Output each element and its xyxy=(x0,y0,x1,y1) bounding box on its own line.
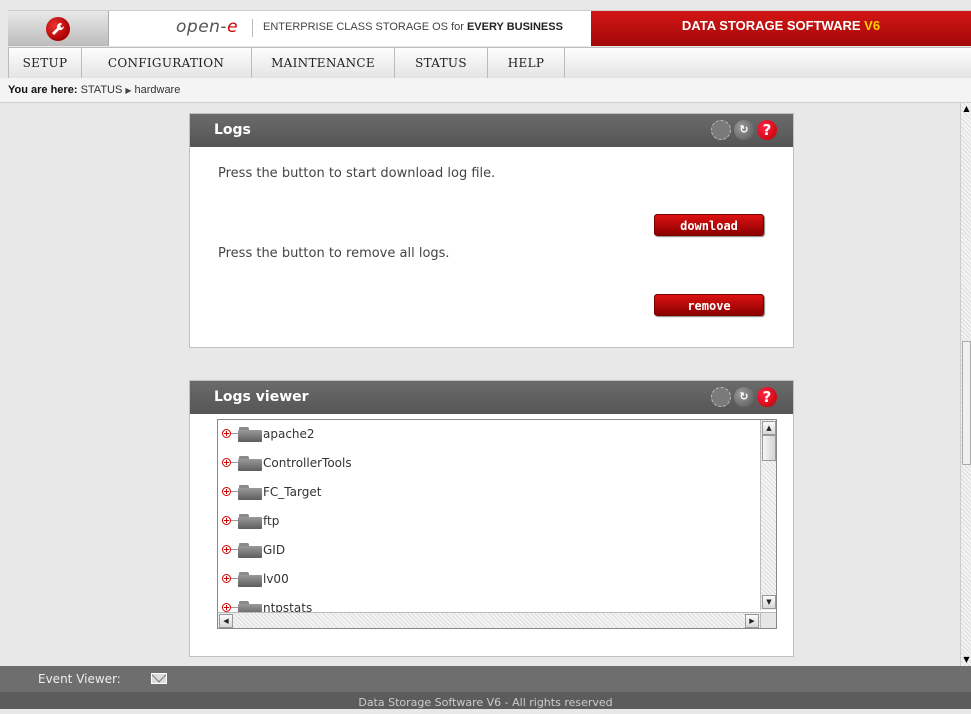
help-icon[interactable]: ? xyxy=(757,120,777,140)
logo-cell[interactable] xyxy=(8,11,109,46)
expand-icon[interactable] xyxy=(222,574,231,583)
menu-item-maintenance[interactable]: MAINTENANCE xyxy=(252,48,395,78)
wrench-icon xyxy=(46,17,70,41)
header: open-e ENTERPRISE CLASS STORAGE OS for E… xyxy=(0,0,971,48)
refresh-icon[interactable]: ↻ xyxy=(734,120,754,140)
tree-horizontal-scrollbar[interactable]: ◀ ▶ xyxy=(218,612,776,628)
event-viewer-label: Event Viewer: xyxy=(38,672,121,686)
scroll-up-icon[interactable]: ▲ xyxy=(961,103,971,115)
tree-vertical-scrollbar[interactable]: ▲ ▼ xyxy=(760,420,776,610)
logs-panel-header: Logs ↻? xyxy=(190,114,793,147)
product-banner: DATA STORAGE SOFTWARE V6 xyxy=(591,11,971,46)
logs-panel-title: Logs xyxy=(214,122,251,138)
menu-item-setup[interactable]: SETUP xyxy=(8,48,82,78)
brand-divider xyxy=(252,19,253,37)
expand-icon[interactable] xyxy=(222,516,231,525)
event-viewer-bar: Event Viewer: xyxy=(0,666,971,692)
breadcrumb-arrow-icon: ▶ xyxy=(125,86,132,95)
expand-icon[interactable] xyxy=(222,429,231,438)
tree-item-label: FC_Target xyxy=(263,485,322,499)
folder-icon xyxy=(238,427,262,442)
page-scroll-thumb[interactable] xyxy=(962,341,971,465)
menu-item-status[interactable]: STATUS xyxy=(395,48,488,78)
tree-vscroll-thumb[interactable] xyxy=(762,435,776,461)
folder-icon xyxy=(238,456,262,471)
logs-tree[interactable]: apache2 ControllerTools FC_Target ftp GI… xyxy=(217,419,777,629)
scroll-down-icon[interactable]: ▼ xyxy=(762,595,776,609)
download-description: Press the button to start download log f… xyxy=(218,166,496,181)
tree-item-label: apache2 xyxy=(263,427,315,441)
tree-item-label: GID xyxy=(263,543,286,557)
brand-logo: open-e xyxy=(176,17,239,37)
download-button[interactable]: download xyxy=(654,214,764,236)
logs-viewer-panel: Logs viewer ↻? apache2 ControllerTools F… xyxy=(189,380,794,657)
scroll-up-icon[interactable]: ▲ xyxy=(762,421,776,435)
main-menu: SETUP CONFIGURATION MAINTENANCE STATUS H… xyxy=(8,47,971,79)
expand-icon[interactable] xyxy=(222,545,231,554)
logs-viewer-header: Logs viewer ↻? xyxy=(190,381,793,414)
footer: Data Storage Software V6 - All rights re… xyxy=(0,692,971,709)
breadcrumb-label: You are here: xyxy=(8,84,78,96)
expand-icon[interactable] xyxy=(222,603,231,612)
remove-button[interactable]: remove xyxy=(654,294,764,316)
tree-item-label: ControllerTools xyxy=(263,456,352,470)
scroll-down-icon[interactable]: ▼ xyxy=(961,654,971,666)
expand-icon[interactable] xyxy=(222,487,231,496)
breadcrumb-item-status[interactable]: STATUS xyxy=(81,84,123,96)
scroll-left-icon[interactable]: ◀ xyxy=(219,614,233,628)
tree-item-label: lv00 xyxy=(263,572,289,586)
breadcrumb: You are here: STATUS ▶ hardware xyxy=(0,78,971,103)
scroll-right-icon[interactable]: ▶ xyxy=(745,614,759,628)
folder-icon xyxy=(238,514,262,529)
folder-icon xyxy=(238,572,262,587)
spinner-icon[interactable] xyxy=(711,120,731,140)
header-bar: open-e ENTERPRISE CLASS STORAGE OS for E… xyxy=(8,10,971,46)
folder-icon xyxy=(238,485,262,500)
scrollbar-corner xyxy=(760,612,776,628)
help-icon[interactable]: ? xyxy=(757,387,777,407)
folder-icon xyxy=(238,543,262,558)
tagline: ENTERPRISE CLASS STORAGE OS for EVERY BU… xyxy=(263,21,563,33)
spinner-icon[interactable] xyxy=(711,387,731,407)
remove-description: Press the button to remove all logs. xyxy=(218,246,450,261)
breadcrumb-item-hardware[interactable]: hardware xyxy=(134,84,180,96)
expand-icon[interactable] xyxy=(222,458,231,467)
page-scrollbar[interactable]: ▲ ▼ xyxy=(960,103,971,666)
envelope-icon[interactable] xyxy=(151,673,167,684)
menu-item-help[interactable]: HELP xyxy=(488,48,565,78)
refresh-icon[interactable]: ↻ xyxy=(734,387,754,407)
logs-panel: Logs ↻? Press the button to start downlo… xyxy=(189,113,794,348)
menu-item-configuration[interactable]: CONFIGURATION xyxy=(81,48,252,78)
logs-viewer-title: Logs viewer xyxy=(214,389,309,405)
tree-item-label: ftp xyxy=(263,514,280,528)
